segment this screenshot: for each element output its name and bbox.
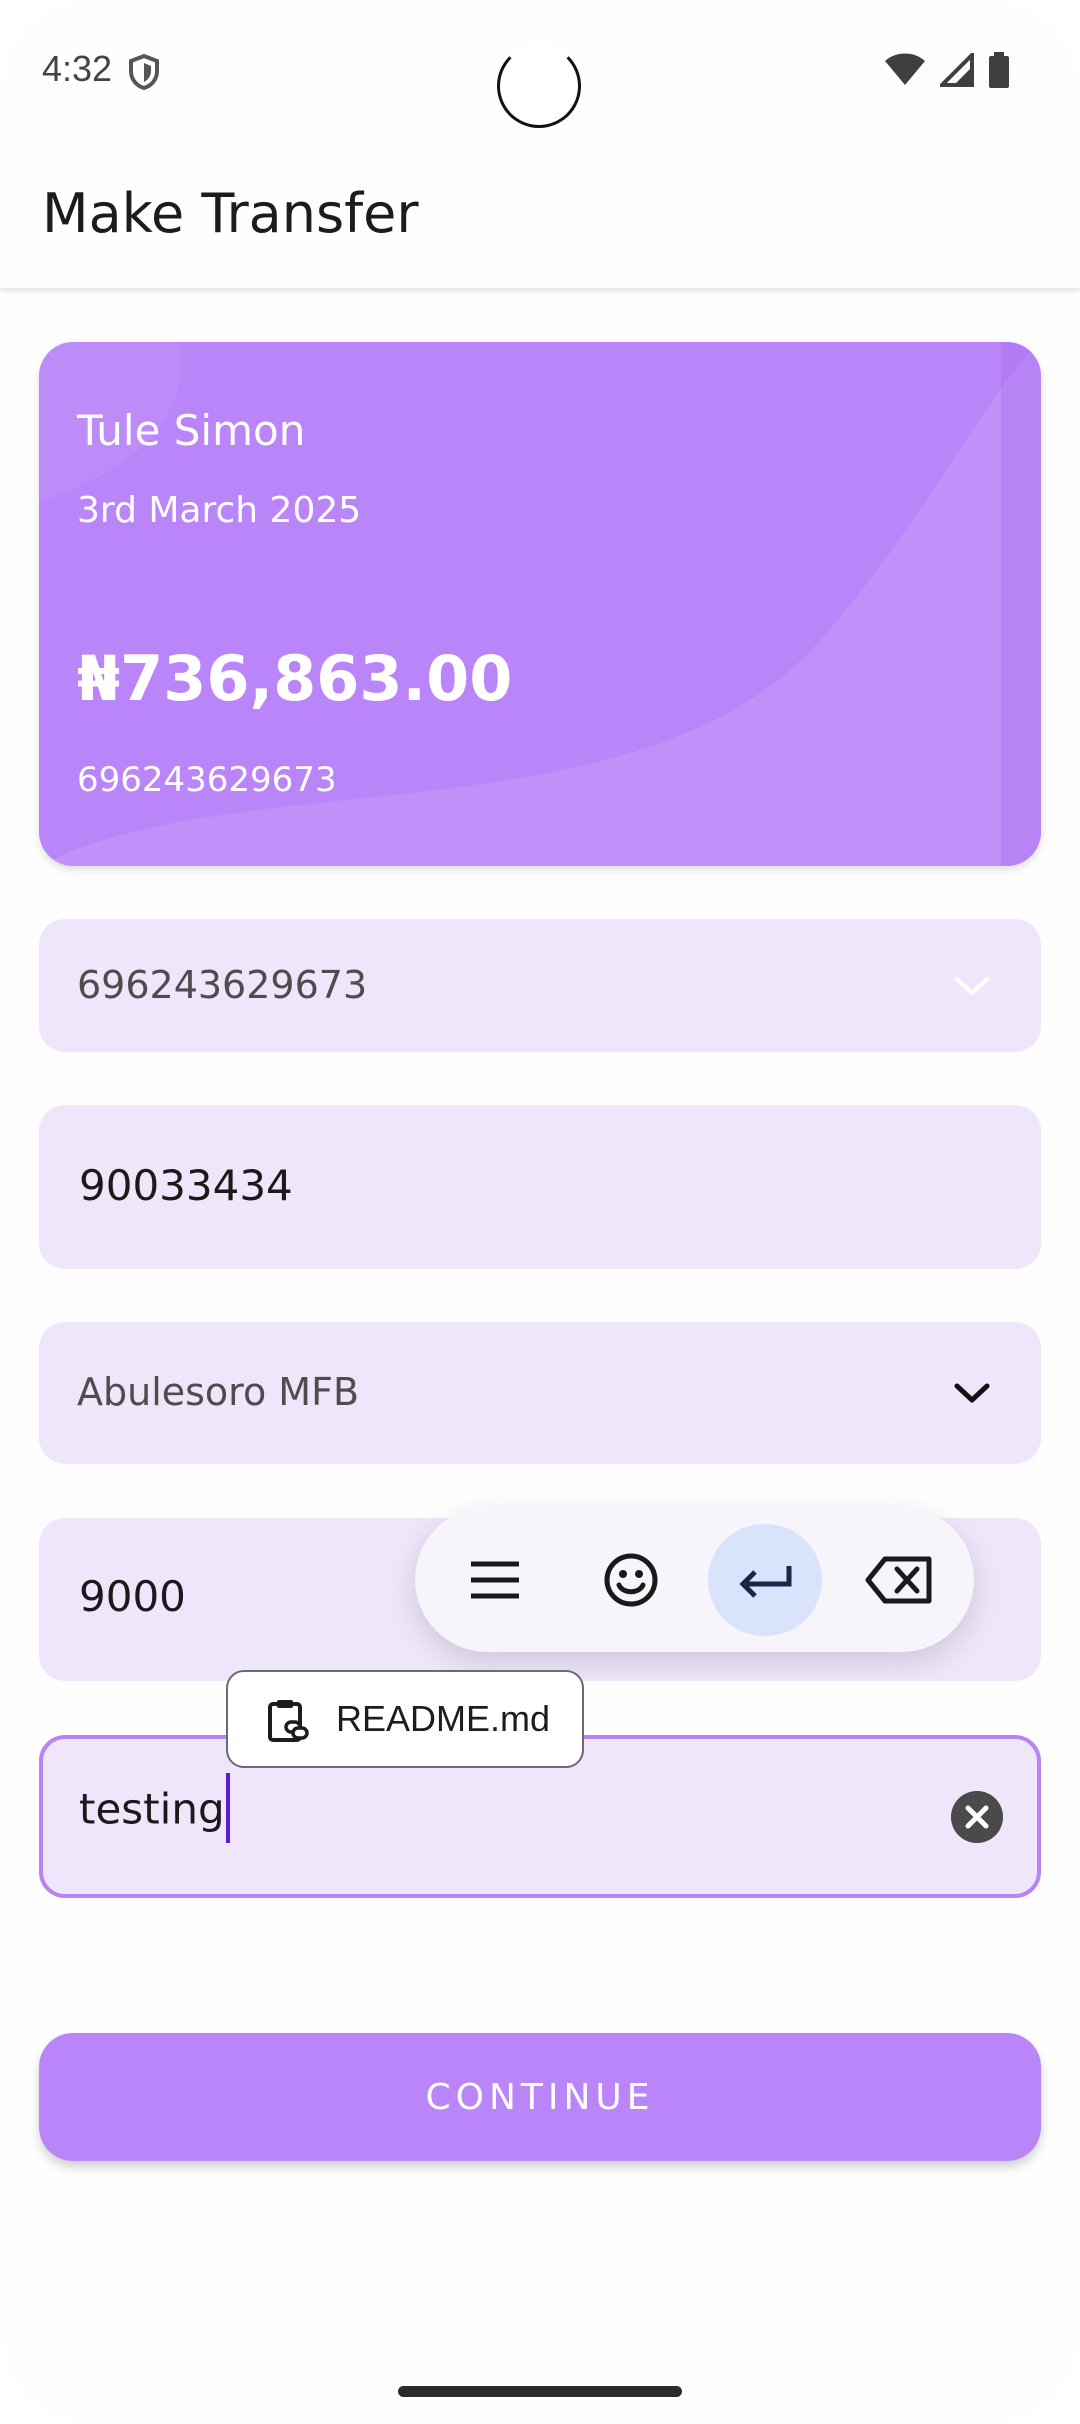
clipboard-suggestion-chip[interactable]: README.md (226, 1670, 584, 1768)
signal-icon (940, 53, 974, 87)
app-screen: 4:32 Make Transfer Tule Simon 3rd March … (0, 0, 1080, 2424)
text-cursor (225, 1773, 230, 1843)
app-bar: Make Transfer (0, 140, 1080, 289)
amount-value: 9000 (79, 1572, 186, 1621)
menu-icon (471, 1561, 519, 1599)
continue-button-label: CONTINUE (425, 2076, 655, 2118)
card-date: 3rd March 2025 (77, 490, 362, 531)
chevron-down-icon (955, 977, 989, 995)
continue-button[interactable]: CONTINUE (39, 2033, 1041, 2161)
home-indicator[interactable] (398, 2386, 682, 2397)
emoji-icon (604, 1553, 658, 1607)
clipboard-suggestion-label: README.md (336, 1698, 551, 1739)
status-icons (884, 52, 1010, 88)
enter-icon (739, 1566, 792, 1598)
shield-icon (129, 54, 159, 90)
enter-button[interactable] (708, 1524, 822, 1636)
narration-text: testing (79, 1773, 230, 1847)
account-number: 696243629673 (77, 760, 337, 800)
source-account-value: 696243629673 (77, 963, 368, 1007)
bank-select[interactable]: Abulesoro MFB (39, 1322, 1041, 1464)
battery-icon (989, 52, 1009, 88)
wifi-icon (885, 53, 925, 85)
account-card: Tule Simon 3rd March 2025 ₦736,863.00 69… (39, 342, 1041, 866)
bank-value: Abulesoro MFB (77, 1370, 360, 1414)
emoji-button[interactable] (574, 1524, 688, 1636)
narration-value: testing (79, 1784, 225, 1834)
account-holder-name: Tule Simon (77, 406, 306, 455)
status-bar: 4:32 (0, 0, 1080, 140)
chevron-down-icon (954, 1383, 990, 1403)
source-account-select[interactable]: 696243629673 (39, 919, 1041, 1052)
camera-cutout (497, 44, 581, 128)
clear-icon[interactable] (951, 1791, 1003, 1843)
status-time: 4:32 (42, 48, 113, 89)
keyboard-toolbar (415, 1507, 974, 1652)
clipboard-link-icon (268, 1700, 309, 1742)
recipient-account-value: 90033434 (79, 1161, 293, 1210)
backspace-icon (865, 1556, 932, 1604)
backspace-button[interactable] (842, 1524, 956, 1636)
recipient-account-input[interactable]: 90033434 (39, 1105, 1041, 1269)
page-title: Make Transfer (42, 182, 419, 245)
account-balance: ₦736,863.00 (77, 642, 513, 715)
menu-button[interactable] (438, 1524, 552, 1636)
